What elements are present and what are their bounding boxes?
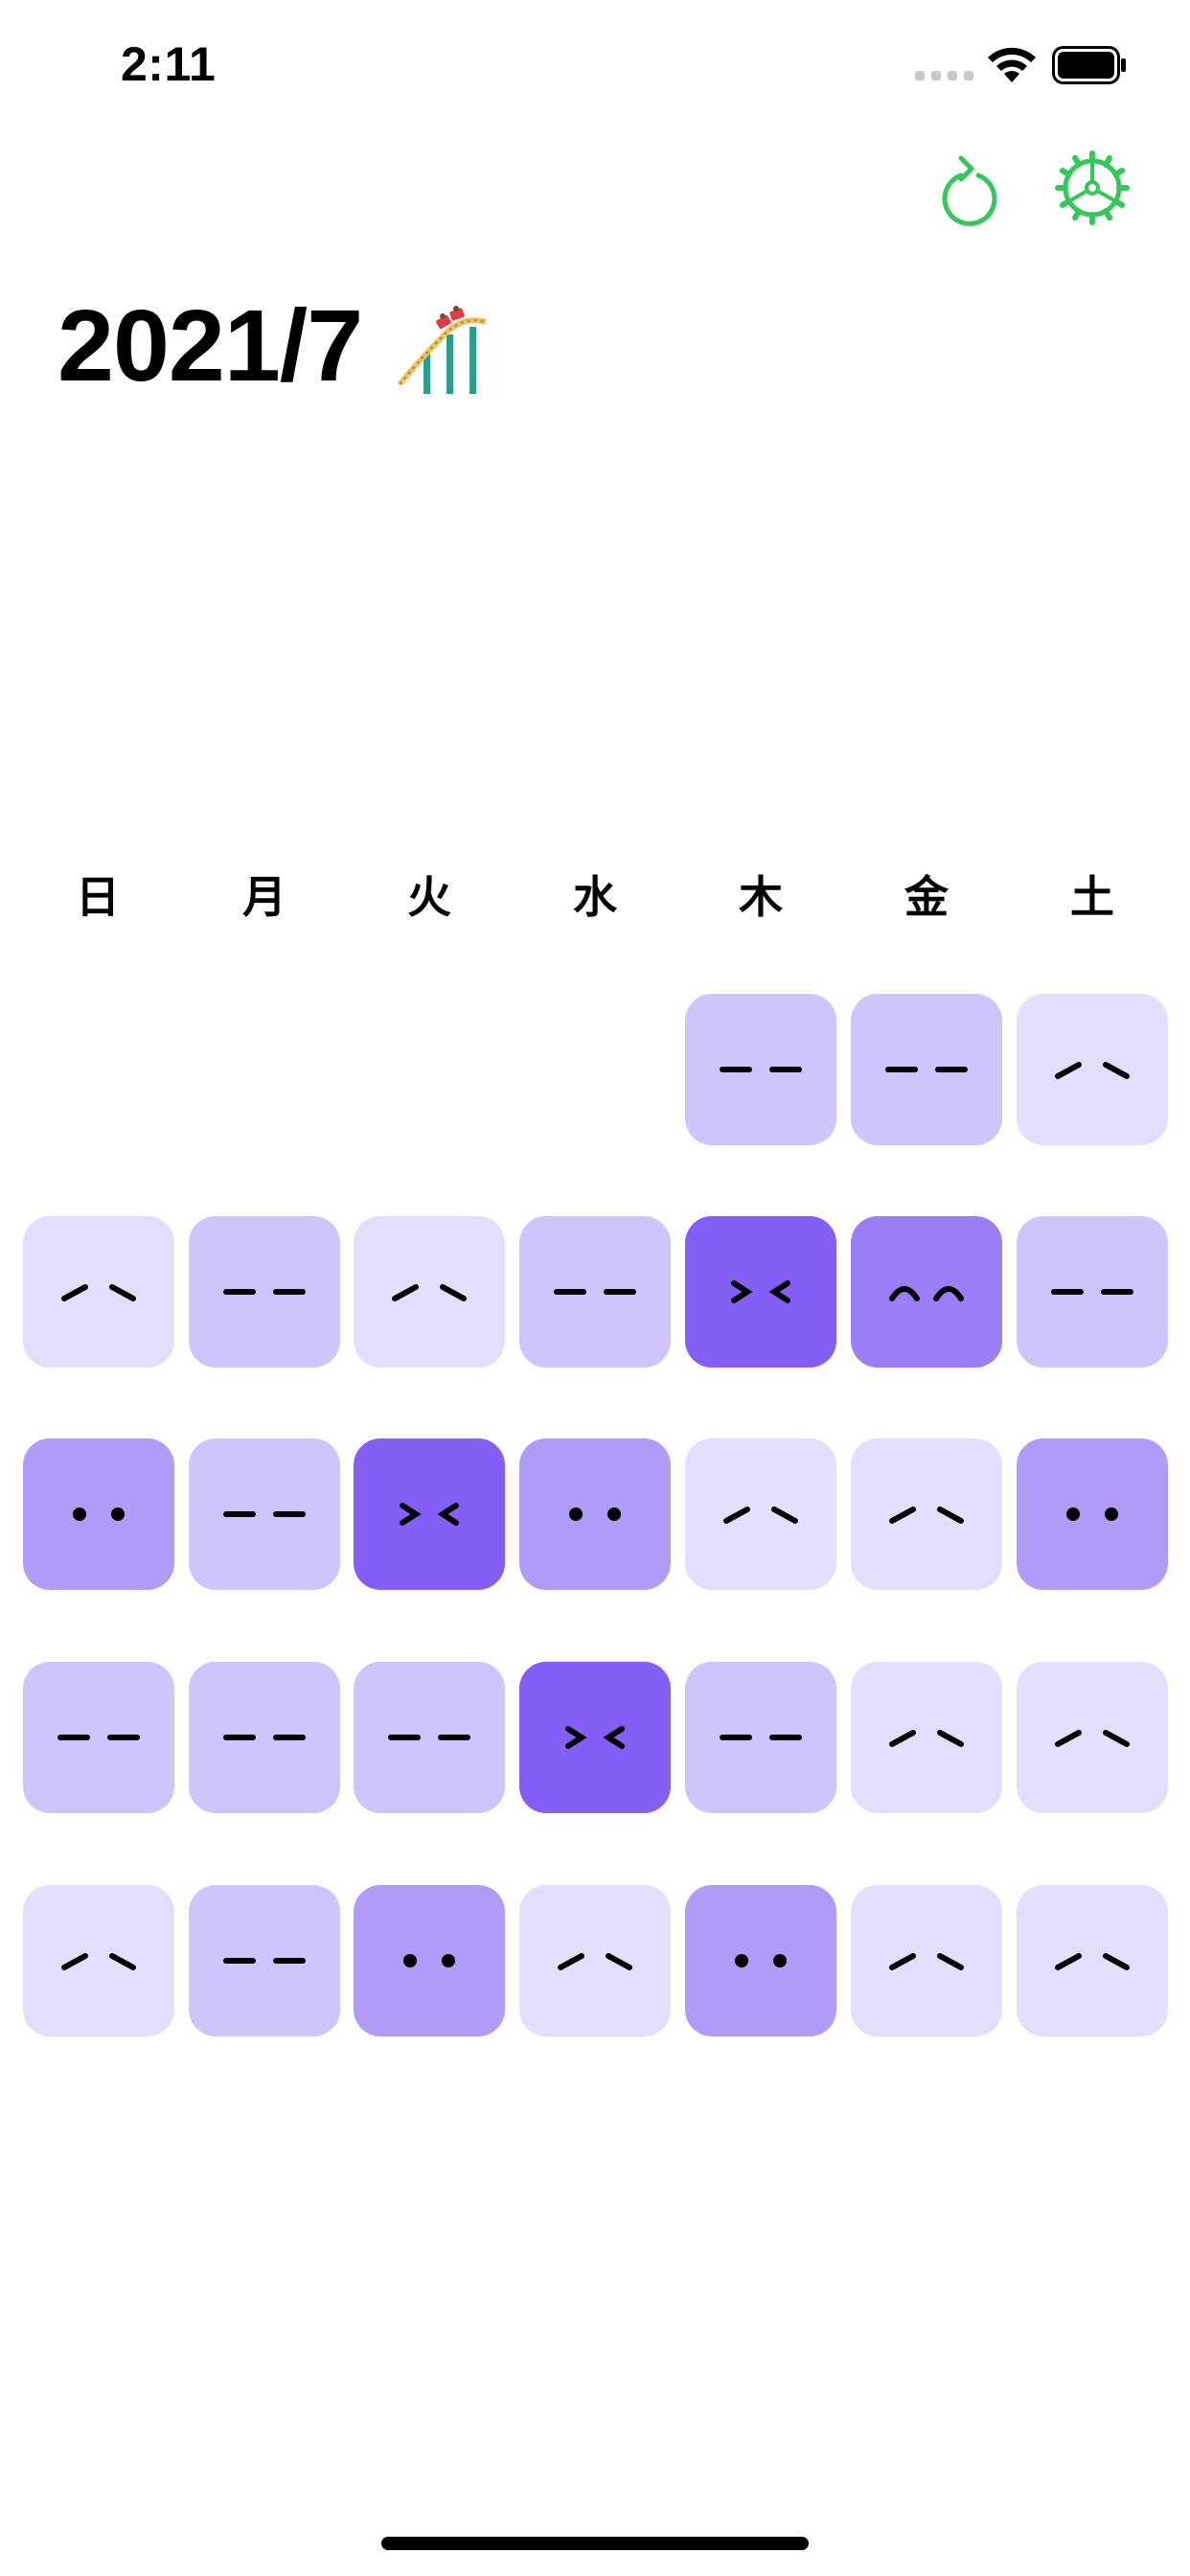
day-cell[interactable] — [851, 1438, 1002, 1590]
day-cell[interactable] — [354, 1662, 505, 1813]
status-time: 2:11 — [121, 37, 217, 91]
day-cell[interactable] — [189, 1662, 340, 1813]
day-cell[interactable] — [519, 1662, 671, 1813]
page-title: 2021/7 — [57, 289, 363, 402]
settings-button[interactable] — [1054, 150, 1131, 226]
mood-face-icon — [223, 1958, 306, 1964]
mood-face-icon — [61, 1284, 136, 1301]
mood-face-icon — [889, 1286, 964, 1301]
mood-face-icon — [720, 1067, 802, 1072]
weekday-label: 火 — [407, 872, 451, 922]
status-bar: 2:11 — [0, 0, 1190, 126]
day-cell[interactable] — [685, 1662, 836, 1813]
mood-face-icon — [223, 1289, 306, 1295]
mood-face-icon — [565, 1726, 625, 1749]
day-cell[interactable] — [1017, 1216, 1168, 1368]
day-cell[interactable] — [519, 1438, 671, 1590]
roller-coaster-icon — [397, 306, 488, 394]
day-cell[interactable] — [685, 994, 836, 1145]
month-title: 2021/7 — [57, 295, 491, 397]
mood-face-icon — [1055, 1062, 1130, 1079]
reload-icon — [942, 155, 997, 226]
mood-face-icon — [889, 1730, 964, 1747]
weekday-label: 月 — [242, 872, 286, 922]
day-cell[interactable] — [685, 1885, 836, 2036]
day-cell[interactable] — [23, 1662, 174, 1813]
day-cell[interactable] — [189, 1438, 340, 1590]
day-cell[interactable] — [23, 1885, 174, 2036]
weekday-label: 金 — [904, 872, 949, 922]
day-cell[interactable] — [1017, 1885, 1168, 2036]
mood-face-icon — [403, 1954, 455, 1967]
day-cell[interactable] — [851, 1885, 1002, 2036]
weekday-label: 土 — [1070, 872, 1114, 922]
mood-face-icon — [885, 1067, 968, 1072]
mood-face-icon — [57, 1735, 140, 1740]
day-cell[interactable] — [519, 1885, 671, 2036]
day-cell[interactable] — [354, 1216, 505, 1368]
mood-face-icon — [392, 1284, 467, 1301]
day-cell[interactable] — [851, 994, 1002, 1145]
mood-face-icon — [889, 1506, 964, 1524]
day-cell[interactable] — [1017, 1438, 1168, 1590]
mood-face-icon — [889, 1953, 964, 1970]
mood-face-icon — [400, 1503, 459, 1526]
mood-face-icon — [569, 1507, 621, 1521]
mood-face-icon — [1055, 1730, 1130, 1747]
day-cell[interactable] — [851, 1216, 1002, 1368]
day-cell[interactable] — [685, 1438, 836, 1590]
wifi-icon — [988, 47, 1036, 82]
cellular-signal-icon — [915, 71, 973, 80]
mood-face-icon — [731, 1280, 790, 1303]
mood-face-icon — [223, 1735, 306, 1740]
reload-button[interactable] — [931, 150, 1008, 226]
mood-face-icon — [61, 1953, 136, 1970]
mood-face-icon — [223, 1511, 306, 1517]
mood-face-icon — [558, 1953, 632, 1970]
mood-face-icon — [735, 1954, 787, 1967]
day-cell[interactable] — [23, 1438, 174, 1590]
mood-face-icon — [73, 1507, 125, 1521]
weekday-label: 日 — [76, 872, 120, 922]
home-indicator — [381, 2537, 809, 2550]
day-cell[interactable] — [23, 1216, 174, 1368]
mood-face-icon — [1051, 1289, 1133, 1295]
mood-face-icon — [723, 1506, 798, 1524]
mood-face-icon — [1066, 1507, 1118, 1521]
battery-icon — [1052, 46, 1126, 84]
day-cell[interactable] — [1017, 994, 1168, 1145]
day-cell[interactable] — [685, 1216, 836, 1368]
mood-face-icon — [388, 1735, 470, 1740]
day-cell[interactable] — [354, 1885, 505, 2036]
day-cell[interactable] — [354, 1438, 505, 1590]
day-cell[interactable] — [851, 1662, 1002, 1813]
weekday-label: 水 — [573, 872, 617, 922]
day-cell[interactable] — [519, 1216, 671, 1368]
weekday-label: 木 — [739, 872, 783, 922]
weekday-header: 日 月 火 水 木 金 土 — [0, 862, 1190, 930]
gear-icon — [1055, 150, 1130, 225]
mood-face-icon — [554, 1289, 636, 1295]
mood-face-icon — [1055, 1953, 1130, 1970]
day-cell[interactable] — [189, 1216, 340, 1368]
mood-face-icon — [720, 1735, 802, 1740]
day-cell[interactable] — [1017, 1662, 1168, 1813]
day-cell[interactable] — [189, 1885, 340, 2036]
